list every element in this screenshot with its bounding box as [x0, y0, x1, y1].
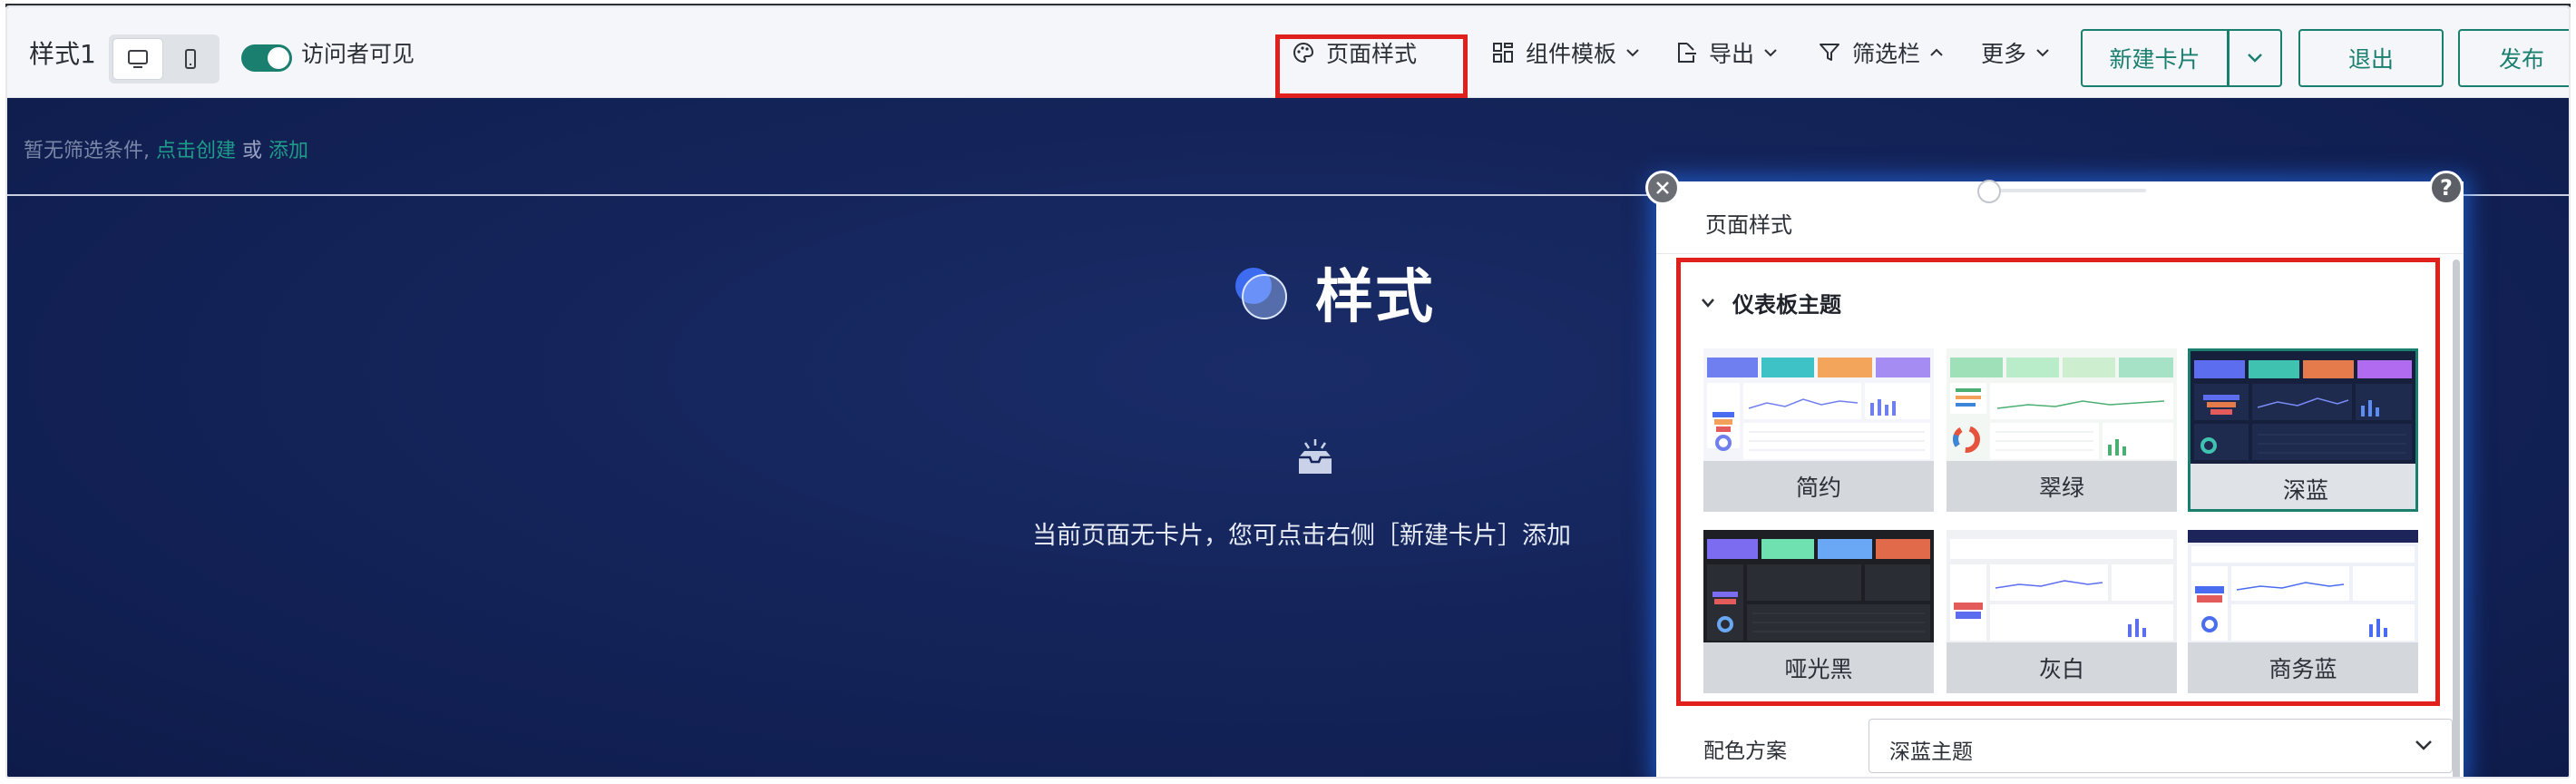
empty-inbox-icon	[1293, 437, 1337, 481]
highlight-box-themes	[1676, 258, 2440, 706]
add-filter-link[interactable]: 添加	[268, 140, 308, 162]
new-card-button[interactable]: 新建卡片	[2081, 29, 2228, 87]
panel-scrollbar[interactable]	[2453, 260, 2460, 777]
publish-button[interactable]: 发布	[2458, 29, 2569, 87]
visitor-visible-label: 访问者可见	[301, 41, 415, 67]
close-icon	[1656, 181, 1669, 194]
help-button[interactable]: ?	[2429, 171, 2464, 205]
chevron-down-icon	[2414, 738, 2434, 755]
desktop-view-button[interactable]	[112, 38, 163, 80]
filter-icon	[1818, 41, 1841, 64]
filter-empty-text: 暂无筛选条件,	[24, 140, 150, 162]
chevron-down-icon	[1625, 48, 1640, 57]
exit-button[interactable]: 退出	[2298, 29, 2444, 87]
components-icon	[1491, 41, 1515, 64]
device-toggle	[109, 34, 220, 83]
panel-header: 页面样式	[1656, 180, 2464, 254]
color-scheme-row: 配色方案 深蓝主题	[1683, 717, 2453, 777]
filter-bar-label: 筛选栏	[1852, 41, 1921, 67]
export-icon	[1674, 41, 1698, 64]
page-title[interactable]: 样式1	[29, 7, 96, 98]
mobile-icon	[185, 49, 196, 69]
chevron-down-icon	[2035, 48, 2050, 57]
visitor-visible-toggle[interactable]	[241, 44, 292, 72]
dashboard-title-text: 样式	[1315, 264, 1435, 331]
color-scheme-select[interactable]: 深蓝主题	[1869, 719, 2453, 773]
more-button[interactable]: 更多	[1981, 7, 2050, 98]
more-label: 更多	[1981, 41, 2027, 67]
or-text: 或	[242, 140, 263, 162]
chevron-down-icon	[2248, 54, 2262, 63]
dashboard-title: 样式	[1228, 250, 1435, 334]
color-scheme-label: 配色方案	[1703, 740, 1787, 763]
slider-handle[interactable]	[1977, 180, 2001, 203]
chevron-down-icon	[1763, 48, 1778, 57]
logo-icon	[1235, 268, 1287, 319]
desktop-icon	[128, 50, 148, 68]
create-filter-link[interactable]: 点击创建	[156, 140, 236, 162]
color-scheme-value: 深蓝主题	[1889, 740, 1973, 764]
highlight-box-page-style	[1275, 34, 1468, 98]
filter-bar-button[interactable]: 筛选栏	[1818, 7, 1944, 98]
component-templates-button[interactable]: 组件模板	[1491, 7, 1640, 98]
chevron-up-icon	[1929, 48, 1944, 57]
new-card-dropdown[interactable]	[2228, 29, 2282, 87]
filter-empty-message: 暂无筛选条件, 点击创建 或 添加	[24, 134, 308, 163]
panel-resize-slider[interactable]	[1983, 189, 2146, 192]
close-button[interactable]	[1645, 171, 1680, 205]
export-label: 导出	[1709, 41, 1755, 67]
empty-canvas-message: 当前页面无卡片，您可点击右侧［新建卡片］添加	[1032, 522, 1571, 550]
export-button[interactable]: 导出	[1674, 7, 1778, 98]
mobile-view-button[interactable]	[165, 38, 216, 80]
toggle-knob	[268, 47, 289, 69]
component-templates-label: 组件模板	[1526, 41, 1617, 67]
panel-title: 页面样式	[1705, 212, 1792, 238]
